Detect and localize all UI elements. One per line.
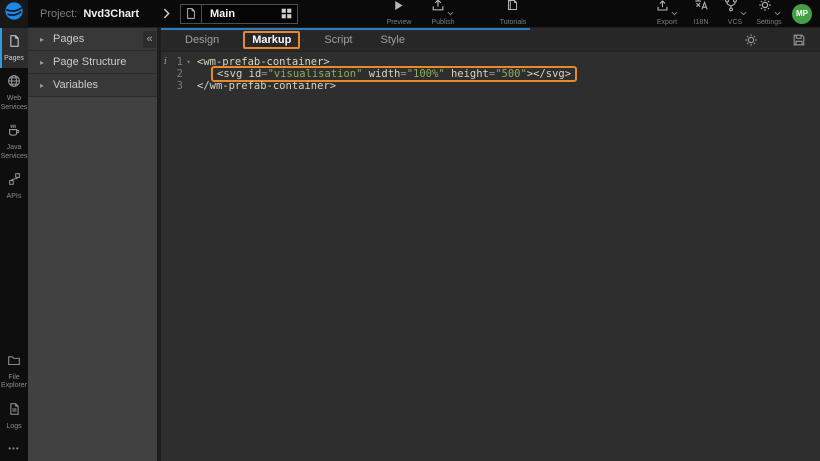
user-avatar[interactable]: MP [792,4,812,24]
rail-item-web-services[interactable]: Web Services [0,68,28,117]
export-label: Export [657,19,677,26]
gutter: i 1 ▾ [161,56,197,68]
wavemaker-studio-window: Project: Nvd3Chart Main Preview [0,0,820,461]
info-marker-icon: i [161,56,170,68]
tutorials-label: Tutorials [500,19,527,26]
settings-button[interactable]: Settings [752,1,786,26]
rail-label-apis: APIs [7,193,22,201]
gutter: 2 [161,68,197,80]
panel-section-variables[interactable]: ▸ Variables [28,74,157,97]
panel-section-label: Page Structure [53,56,126,68]
more-options-icon[interactable]: ••• [0,436,28,461]
caret-right-icon: ▸ [40,35,44,44]
page-file-icon [181,5,202,23]
chevron-right-icon [163,8,170,19]
publish-button[interactable]: Publish [426,1,460,26]
rail-label-web-services: Web Services [0,95,28,112]
wavemaker-logo-icon [4,1,24,26]
topbar: Project: Nvd3Chart Main Preview [0,0,820,28]
editor-settings-gear-icon[interactable] [744,33,758,47]
grid-icon[interactable] [281,8,292,19]
main-body: Pages Web Services Java Services APIs Fi… [0,28,820,461]
accent-progress-line [161,28,530,30]
tab-design[interactable]: Design [181,33,223,47]
export-button[interactable]: Export [650,1,684,26]
line-number: 1 [170,56,183,68]
markup-editor-pane: Design Markup Script Style i 1 ▾ <wm-pre… [161,28,820,461]
project-label: Project: [40,8,77,20]
rail-spacer [0,206,28,347]
gutter: 3 [161,80,197,92]
chevron-down-icon [774,11,781,16]
caret-right-icon: ▸ [40,81,44,90]
caret-right-icon: ▸ [40,58,44,67]
project-title: Project: Nvd3Chart [40,8,139,20]
chevron-down-icon [447,11,454,16]
preview-button[interactable]: Preview [382,1,416,26]
rail-label-java-services: Java Services [0,144,28,161]
play-icon [392,0,405,17]
chevron-down-icon [671,11,678,16]
project-name: Nvd3Chart [83,8,139,20]
upload-icon [431,0,445,17]
branch-icon [724,0,738,17]
left-icon-rail: Pages Web Services Java Services APIs Fi… [0,28,28,461]
rail-label-pages: Pages [4,55,24,63]
rail-item-logs[interactable]: Logs [0,396,28,436]
tab-markup[interactable]: Markup [243,31,300,49]
code-editor[interactable]: i 1 ▾ <wm-prefab-container> 2 <svg id="v… [161,52,820,461]
gear-icon [758,0,772,17]
fold-marker-icon[interactable]: ▾ [183,56,194,68]
page-tab-main[interactable]: Main [180,4,298,24]
code-text: <svg id="visualisation" width="100%" hei… [197,68,577,80]
save-icon[interactable] [792,33,806,47]
settings-label: Settings [756,19,781,26]
panel-section-pages[interactable]: ▸ Pages [28,28,157,51]
panel-section-page-structure[interactable]: ▸ Page Structure [28,51,157,74]
line-number: 3 [170,80,183,92]
globe-icon [7,74,21,93]
panel-section-label: Variables [53,79,98,91]
export-icon [656,0,669,17]
rail-item-pages[interactable]: Pages [0,28,28,68]
line-number: 2 [170,68,183,80]
editor-tabbar: Design Markup Script Style [161,28,820,52]
folder-icon [7,354,21,372]
tab-style[interactable]: Style [377,33,409,47]
chevron-down-icon [740,11,747,16]
rail-item-file-explorer[interactable]: File Explorer [0,348,28,396]
i18n-label: I18N [694,19,709,26]
collapse-panel-icon[interactable]: « [143,31,156,48]
panel-section-label: Pages [53,33,84,45]
code-text: </wm-prefab-container> [197,80,336,92]
pages-icon [8,34,21,53]
topbar-center-actions: Preview Publish Tutorials [382,1,530,26]
coffee-icon [7,123,21,142]
book-icon [506,0,519,17]
wavemaker-logo[interactable] [0,0,28,28]
translate-icon [694,0,708,17]
rail-item-apis[interactable]: APIs [0,166,28,206]
tab-script[interactable]: Script [320,33,356,47]
rail-item-java-services[interactable]: Java Services [0,117,28,166]
rail-label-logs: Logs [6,423,21,431]
publish-label: Publish [432,19,455,26]
rail-label-file-explorer: File Explorer [0,374,28,391]
api-nodes-icon [8,172,21,191]
i18n-button[interactable]: I18N [684,1,718,26]
vcs-button[interactable]: VCS [718,1,752,26]
page-tab-label: Main [210,8,235,20]
vcs-label: VCS [728,19,742,26]
tutorials-button[interactable]: Tutorials [496,1,530,26]
pages-panel: ▸ Pages ▸ Page Structure ▸ Variables « [28,28,157,461]
topbar-right-actions: Export I18N VCS Settings MP [650,1,812,26]
log-document-icon [8,402,21,421]
preview-label: Preview [387,19,412,26]
code-line-2: 2 <svg id="visualisation" width="100%" h… [161,68,820,80]
